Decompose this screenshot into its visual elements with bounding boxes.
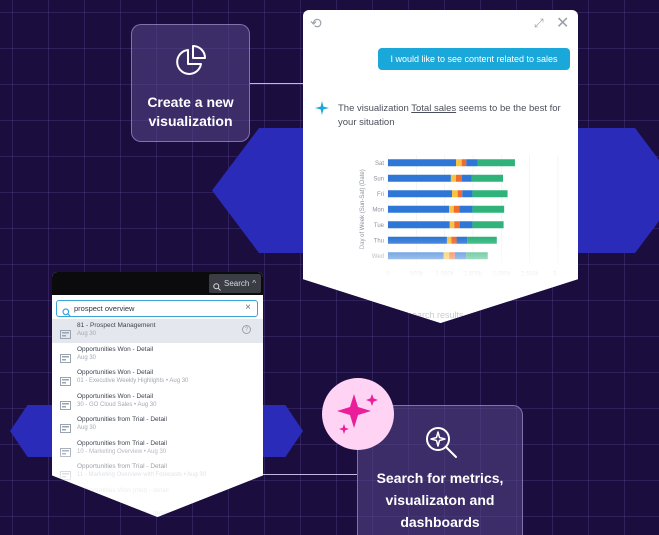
clear-search-icon[interactable]: ×: [245, 302, 251, 313]
bar-segment: [466, 159, 478, 167]
bar-segment: [472, 205, 505, 213]
bar-segment: [450, 174, 456, 182]
search-panel: Search ^ × 81 - Prospect Management Aug 3…: [52, 272, 263, 517]
bar-segment: [456, 174, 462, 182]
dashboard-icon: [60, 397, 71, 415]
search-input[interactable]: [74, 302, 234, 315]
bar-segment: [459, 205, 473, 213]
bar-segment: [388, 159, 456, 167]
result-subtitle: Aug 30: [77, 354, 97, 361]
bar-segment: [452, 190, 458, 198]
sparkle-icon: [334, 390, 382, 443]
search-button-label: Search: [224, 279, 250, 288]
search-topbar: Search ^: [52, 272, 263, 295]
result-title: Opportunities Won - Detail: [77, 369, 154, 376]
bar-segment: [388, 174, 451, 182]
bar-segment: [457, 190, 463, 198]
result-subtitle: Aug 30: [77, 425, 97, 431]
y-tick-label: Sat: [375, 161, 384, 167]
bar-segment: [471, 174, 504, 182]
y-tick-label: Mon: [372, 207, 384, 213]
dashboard-icon: [60, 491, 71, 509]
results-fade-overlay: [52, 442, 263, 517]
bar-segment: [456, 159, 462, 167]
bar-segment: [462, 190, 473, 198]
chevron-up-icon: ^: [252, 279, 256, 288]
y-tick-label: Tue: [374, 223, 385, 229]
help-icon[interactable]: ?: [242, 325, 251, 334]
connector-line-top: [250, 83, 303, 84]
reset-icon[interactable]: ⟲: [310, 15, 322, 32]
bar-segment: [472, 190, 508, 198]
bar-segment: [477, 159, 515, 167]
assistant-message: The visualization Total sales seems to b…: [338, 102, 568, 130]
y-tick-label: Sun: [373, 176, 384, 182]
result-title: Opportunities from Trial - Detail: [77, 416, 167, 423]
result-title: Opportunities Won - Detail: [77, 392, 154, 400]
search-button[interactable]: Search ^: [209, 274, 261, 293]
bar-segment: [461, 174, 472, 182]
search-result-item[interactable]: Opportunities Won - Detail 01 - Executive…: [52, 366, 263, 390]
close-icon[interactable]: ✕: [556, 13, 569, 33]
result-subtitle: Aug 30: [77, 331, 97, 337]
search-result-item[interactable]: 81 - Prospect Management Aug 30?: [52, 319, 263, 343]
callout-search-text: Search for metrics, visualizaton and das…: [376, 470, 504, 530]
dashboard-icon: [60, 350, 71, 368]
result-subtitle: 30 - GO Cloud Sales • Aug 30: [77, 401, 157, 408]
dashboard-icon: [60, 420, 71, 438]
connector-line-bottom: [263, 474, 357, 475]
result-title: Opportunities Won - Detail: [77, 345, 154, 353]
assistant-sparkle-icon: [315, 101, 329, 120]
expand-icon[interactable]: ⤢: [534, 16, 544, 31]
bar-segment: [388, 205, 450, 213]
bar-segment: [388, 221, 450, 229]
result-title: 81 - Prospect Management: [77, 322, 156, 329]
assistant-message-prefix: The visualization: [338, 103, 412, 114]
create-visualization-callout: Create a new visualization: [131, 24, 250, 142]
search-icon: [213, 279, 221, 298]
pie-chart-icon: [173, 43, 209, 84]
sparkle-search-icon: [422, 423, 460, 466]
bar-segment: [453, 205, 460, 213]
bar-segment: [454, 221, 460, 229]
callout-create-text: Create a new visualization: [147, 94, 234, 129]
search-result-item[interactable]: Opportunities Won - Detail Aug 30: [52, 343, 263, 367]
search-result-item[interactable]: Opportunities Won - Detail 30 - GO Cloud …: [52, 390, 263, 414]
found-results-text: d search results: [400, 310, 464, 320]
ai-chat-panel: ⟲ ⤢ ✕ I would like to see content relate…: [303, 10, 578, 323]
search-input-field[interactable]: ×: [56, 300, 258, 317]
bar-segment: [449, 221, 455, 229]
search-result-item[interactable]: Opportunities from Trial - Detail Aug 30: [52, 413, 263, 437]
bar-segment: [472, 221, 504, 229]
y-tick-label: Fri: [377, 192, 384, 198]
sparkle-badge: [322, 378, 394, 450]
bar-segment: [459, 221, 473, 229]
user-message-bubble: I would like to see content related to s…: [378, 48, 570, 70]
dashboard-icon: [60, 514, 71, 517]
dashboard-icon: [60, 326, 71, 344]
bar-segment: [461, 159, 467, 167]
bar-segment: [449, 205, 454, 213]
visualization-link[interactable]: Total sales: [411, 103, 456, 114]
dashboard-icon: [60, 373, 71, 391]
bar-segment: [388, 190, 453, 198]
result-subtitle: 01 - Executive Weekly Highlights • Aug 3…: [77, 378, 189, 384]
